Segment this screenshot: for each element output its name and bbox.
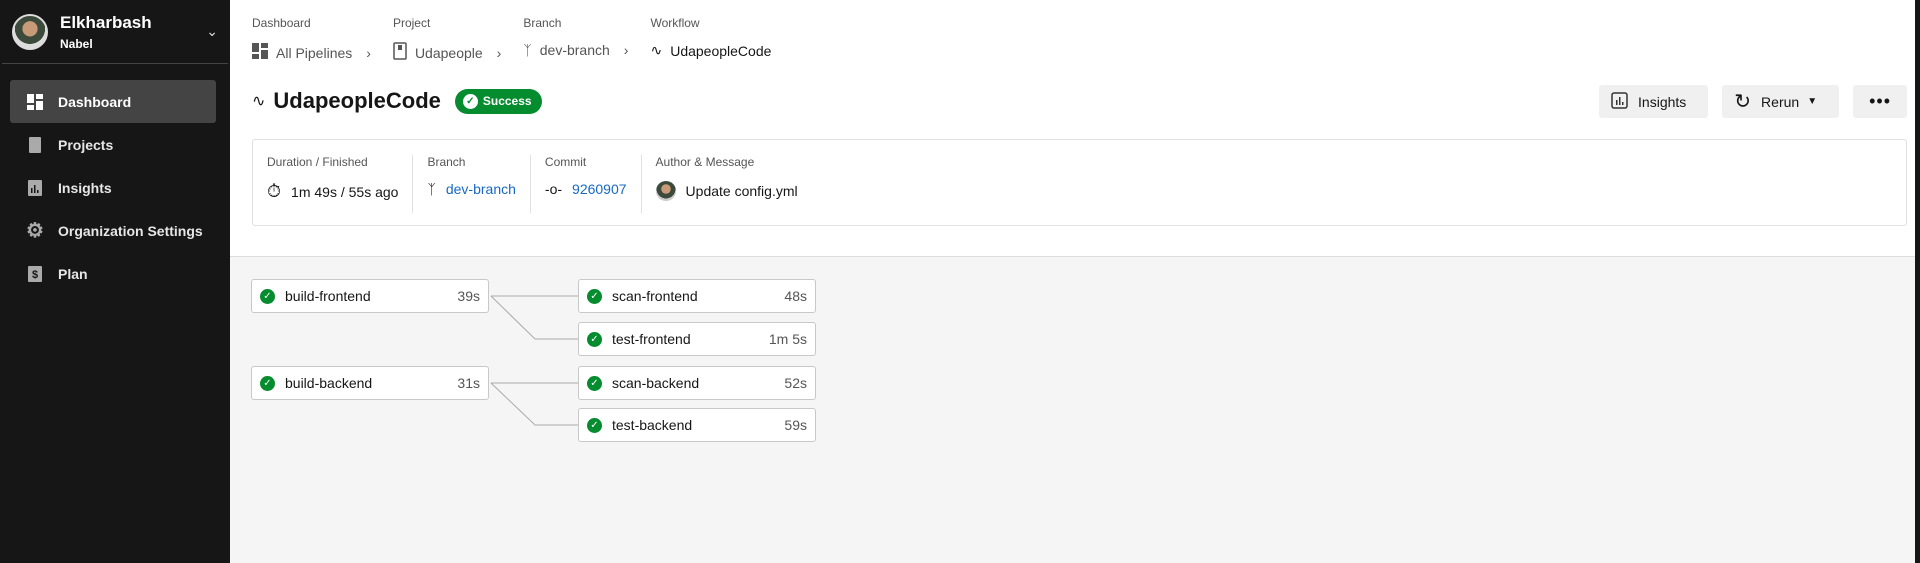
job-test-backend[interactable]: ✓ test-backend 59s <box>578 408 816 442</box>
job-scan-backend[interactable]: ✓ scan-backend 52s <box>578 366 816 400</box>
job-name: build-frontend <box>285 288 371 304</box>
success-icon: ✓ <box>587 417 602 433</box>
job-duration: 39s <box>457 288 480 304</box>
success-icon: ✓ <box>587 331 602 347</box>
job-test-frontend[interactable]: ✓ test-frontend 1m 5s <box>578 322 816 356</box>
job-name: scan-backend <box>612 375 700 391</box>
job-duration: 31s <box>457 375 480 391</box>
job-duration: 48s <box>784 288 807 304</box>
job-build-frontend[interactable]: ✓ build-frontend 39s <box>251 279 489 313</box>
success-icon: ✓ <box>260 288 275 304</box>
job-name: build-backend <box>285 375 373 391</box>
job-name: scan-frontend <box>612 288 698 304</box>
success-icon: ✓ <box>587 288 602 304</box>
job-name: test-backend <box>612 417 693 433</box>
job-build-backend[interactable]: ✓ build-backend 31s <box>251 366 489 400</box>
job-duration: 59s <box>784 417 807 433</box>
job-name: test-frontend <box>612 331 691 347</box>
success-icon: ✓ <box>260 375 275 391</box>
job-scan-frontend[interactable]: ✓ scan-frontend 48s <box>578 279 816 313</box>
connector <box>490 295 578 340</box>
connector <box>490 382 578 426</box>
success-icon: ✓ <box>587 375 602 391</box>
job-duration: 52s <box>784 375 807 391</box>
job-duration: 1m 5s <box>768 331 807 347</box>
